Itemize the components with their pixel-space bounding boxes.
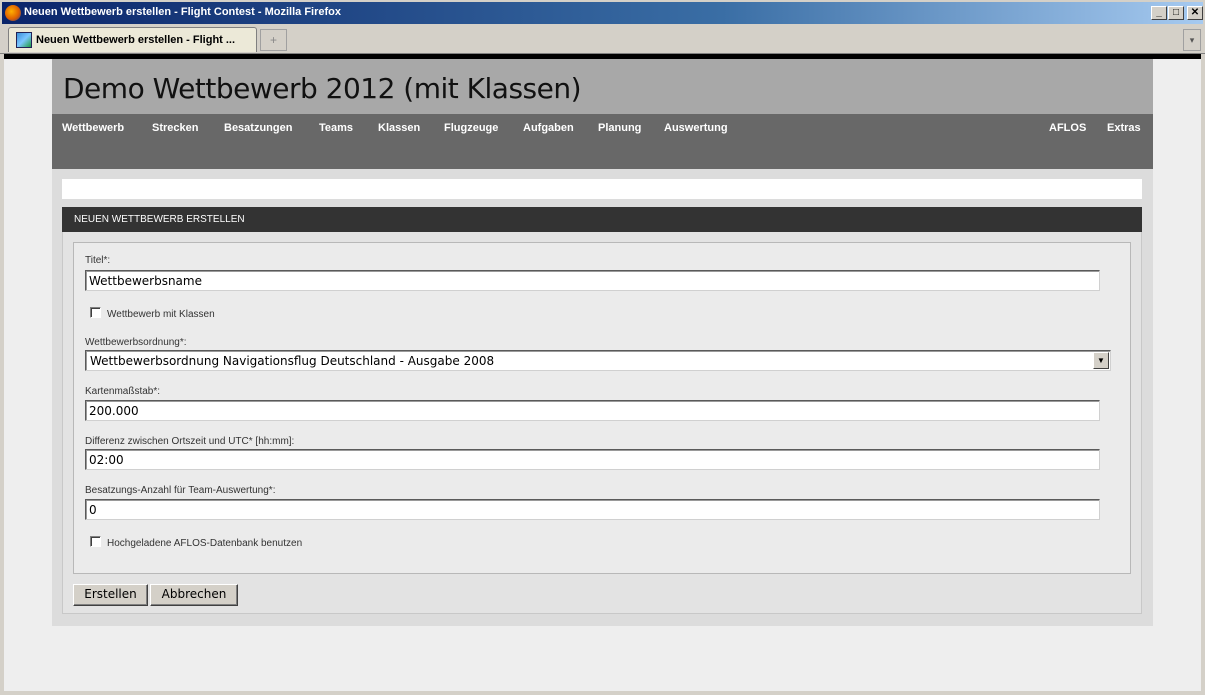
firefox-icon [5,5,21,21]
nav-item-flugzeuge[interactable]: Flugzeuge [444,122,498,134]
message-bar [62,179,1142,199]
with-classes-checkbox[interactable] [90,307,101,318]
browser-tab[interactable]: Neuen Wettbewerb erstellen - Flight ... [8,27,257,52]
aflos-checkbox[interactable] [90,536,101,547]
chevron-down-icon[interactable]: ▼ [1093,352,1109,369]
create-button[interactable]: Erstellen [73,584,148,606]
nav-item-auswertung[interactable]: Auswertung [664,122,728,134]
with-classes-label: Wettbewerb mit Klassen [107,309,215,320]
nav-item-teams[interactable]: Teams [319,122,353,134]
tab-list-button[interactable]: ▾ [1183,29,1201,51]
utc-offset-label: Differenz zwischen Ortszeit und UTC* [hh… [85,436,295,447]
title-label: Titel*: [85,255,111,266]
main-nav: Wettbewerb Strecken Besatzungen Teams Kl… [52,114,1153,169]
crew-count-input[interactable]: 0 [85,499,1100,520]
rules-select[interactable]: Wettbewerbsordnung Navigationsflug Deuts… [85,350,1111,371]
new-tab-button[interactable]: + [260,29,287,51]
nav-item-aufgaben[interactable]: Aufgaben [523,122,574,134]
create-contest-form: Titel*: Wettbewerbsname Wettbewerb mit K… [62,232,1142,614]
favicon-icon [16,32,32,48]
maximize-button[interactable]: □ [1168,6,1184,20]
minimize-button[interactable]: _ [1151,6,1167,20]
rules-label: Wettbewerbsordnung*: [85,337,187,348]
site-header: Demo Wettbewerb 2012 (mit Klassen) [52,59,1153,114]
aflos-label: Hochgeladene AFLOS-Datenbank benutzen [107,538,303,549]
map-scale-input[interactable]: 200.000 [85,400,1100,421]
nav-item-planung[interactable]: Planung [598,122,641,134]
window-titlebar: Neuen Wettbewerb erstellen - Flight Cont… [0,0,1205,24]
nav-item-besatzungen[interactable]: Besatzungen [224,122,292,134]
window-title: Neuen Wettbewerb erstellen - Flight Cont… [24,6,341,18]
map-scale-label: Kartenmaßstab*: [85,386,161,397]
title-input[interactable]: Wettbewerbsname [85,270,1100,291]
nav-item-klassen[interactable]: Klassen [378,122,420,134]
site-title: Demo Wettbewerb 2012 (mit Klassen) [63,72,582,105]
crew-count-label: Besatzungs-Anzahl für Team-Auswertung*: [85,485,276,496]
panel-title: NEUEN WETTBEWERB ERSTELLEN [74,214,245,225]
nav-item-aflos[interactable]: AFLOS [1049,122,1086,134]
rules-selected-value: Wettbewerbsordnung Navigationsflug Deuts… [90,354,495,368]
browser-tabstrip: Neuen Wettbewerb erstellen - Flight ... … [0,24,1205,54]
nav-item-extras[interactable]: Extras [1107,122,1141,134]
panel-header: NEUEN WETTBEWERB ERSTELLEN [62,207,1142,232]
utc-offset-input[interactable]: 02:00 [85,449,1100,470]
nav-item-strecken[interactable]: Strecken [152,122,198,134]
page-container: Demo Wettbewerb 2012 (mit Klassen) Wettb… [52,59,1153,626]
tab-label: Neuen Wettbewerb erstellen - Flight ... [36,34,236,46]
form-fieldset: Titel*: Wettbewerbsname Wettbewerb mit K… [73,242,1131,574]
nav-item-wettbewerb[interactable]: Wettbewerb [62,122,124,134]
close-button[interactable]: ✕ [1187,6,1203,20]
cancel-button[interactable]: Abbrechen [150,584,238,606]
browser-viewport: Demo Wettbewerb 2012 (mit Klassen) Wettb… [4,59,1201,691]
